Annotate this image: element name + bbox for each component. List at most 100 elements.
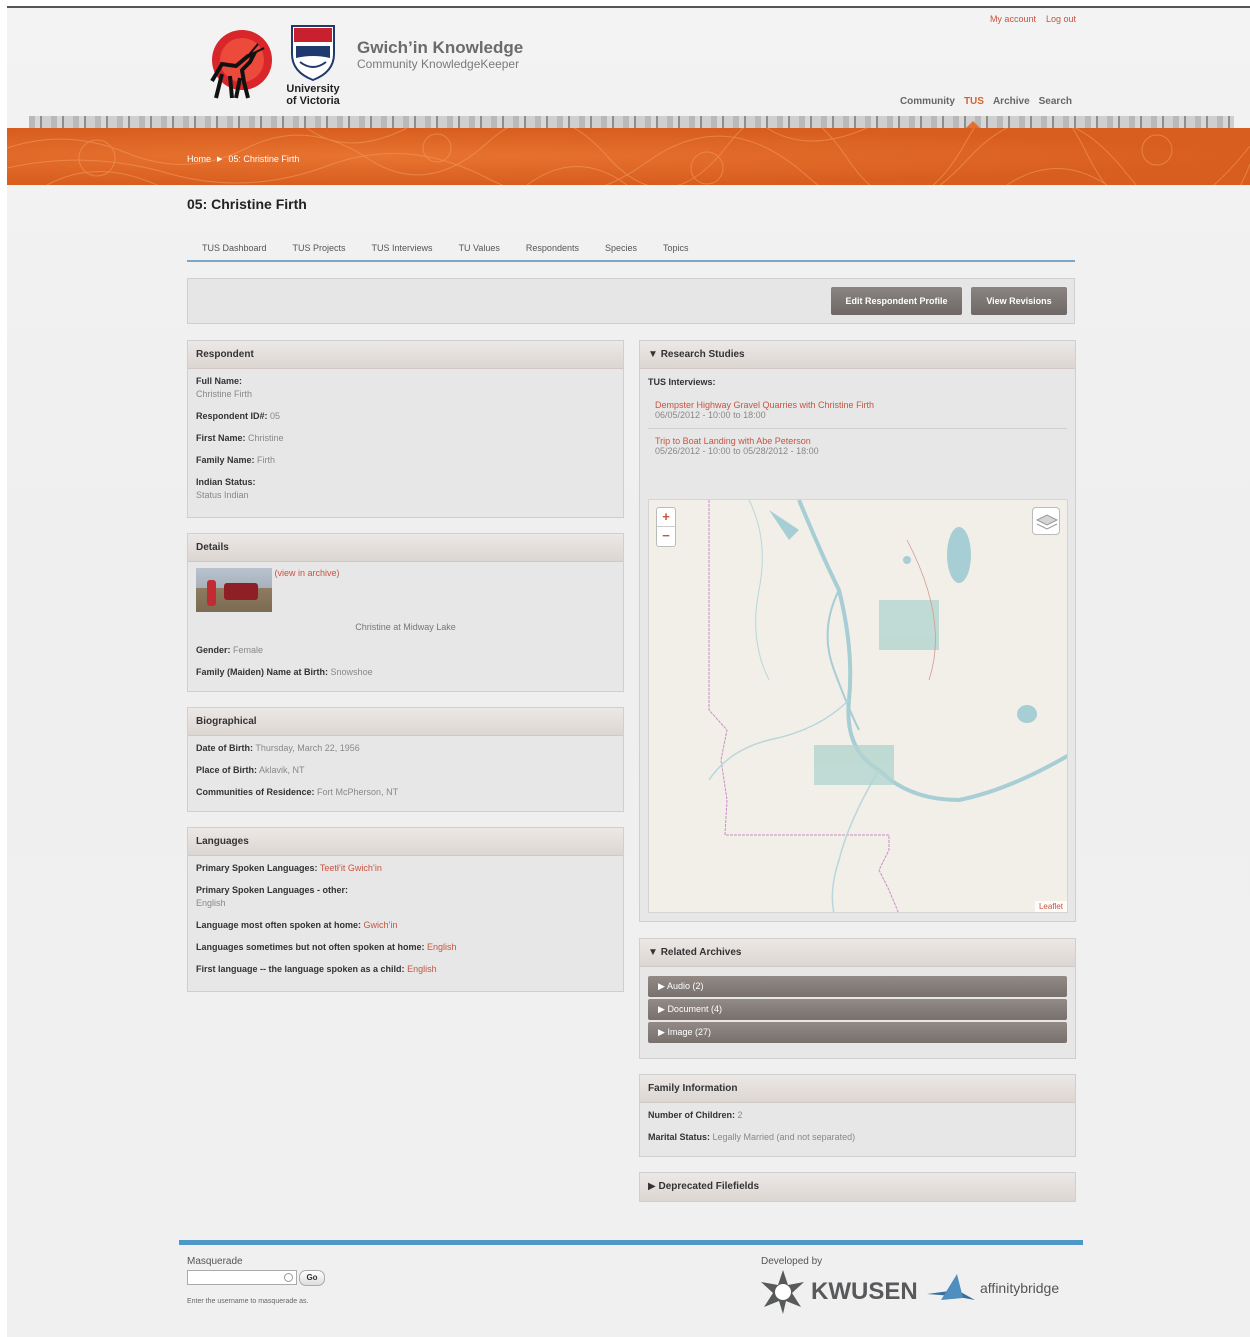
kwusen-wordmark: KWUSEN xyxy=(811,1278,918,1305)
field-home-language: Language most often spoken at home: Gwic… xyxy=(196,919,615,932)
edit-respondent-profile-button[interactable]: Edit Respondent Profile xyxy=(831,287,962,315)
field-communities: Communities of Residence: Fort McPherson… xyxy=(196,786,615,799)
nav-archive[interactable]: Archive xyxy=(993,96,1030,107)
map-zoom-control: + − xyxy=(656,507,676,547)
nav-tus[interactable]: TUS xyxy=(964,96,984,107)
label: First Name: xyxy=(196,433,246,443)
biographical-panel-title: Biographical xyxy=(188,708,623,736)
field-place-of-birth: Place of Birth: Aklavik, NT xyxy=(196,764,615,777)
sometimes-language-link[interactable]: English xyxy=(427,942,457,952)
field-sometimes-language: Languages sometimes but not often spoken… xyxy=(196,941,615,954)
expand-triangle-icon: ▶ xyxy=(648,1181,656,1192)
value: Snowshoe xyxy=(330,667,373,677)
page-frame: University of Victoria Gwich’in Knowledg… xyxy=(7,6,1250,1337)
value: Thursday, March 22, 1956 xyxy=(255,743,360,753)
site-subtitle: Community KnowledgeKeeper xyxy=(357,57,520,71)
view-revisions-button[interactable]: View Revisions xyxy=(971,287,1067,315)
field-family-name: Family Name: Firth xyxy=(196,454,615,467)
languages-panel: Languages Primary Spoken Languages: Teet… xyxy=(187,827,624,992)
tab-tus-dashboard[interactable]: TUS Dashboard xyxy=(187,242,278,260)
label: First language -- the language spoken as… xyxy=(196,964,405,974)
label: Date of Birth: xyxy=(196,743,253,753)
field-children: Number of Children: 2 xyxy=(648,1109,1067,1122)
value: 05 xyxy=(270,411,281,421)
breadcrumb: Home ▶ 05: Christine Firth xyxy=(187,154,299,164)
label: Family Name: xyxy=(196,455,255,465)
kwusen-logo[interactable]: KWUSEN xyxy=(761,1270,918,1314)
gwichin-institute-logo[interactable] xyxy=(192,26,277,106)
value: Legally Married (and not separated) xyxy=(712,1132,856,1142)
expand-triangle-icon: ▶ xyxy=(658,981,665,991)
first-language-link[interactable]: English xyxy=(407,964,437,974)
affinitybridge-logo[interactable]: affinitybridge xyxy=(927,1270,1059,1306)
label: Primary Spoken Languages: xyxy=(196,863,318,873)
zoom-in-button[interactable]: + xyxy=(657,508,675,527)
log-out-link[interactable]: Log out xyxy=(1046,14,1076,24)
languages-panel-title: Languages xyxy=(188,828,623,856)
interview-date: 06/05/2012 - 10:00 to 18:00 xyxy=(655,410,766,420)
tab-tus-projects[interactable]: TUS Projects xyxy=(278,242,357,260)
photo-row: (view in archive) xyxy=(196,568,615,612)
tab-topics[interactable]: Topics xyxy=(648,242,700,260)
home-language-link[interactable]: Gwich’in xyxy=(364,920,398,930)
breadcrumb-home[interactable]: Home xyxy=(187,154,211,164)
tab-species[interactable]: Species xyxy=(590,242,648,260)
site-title[interactable]: Gwich’in Knowledge xyxy=(357,38,523,58)
breadcrumb-separator-icon: ▶ xyxy=(217,156,223,163)
map-tiles xyxy=(708,500,1067,912)
tab-tus-interviews[interactable]: TUS Interviews xyxy=(357,242,444,260)
respondent-photo[interactable] xyxy=(196,568,272,612)
field-maiden-name: Family (Maiden) Name at Birth: Snowshoe xyxy=(196,666,615,679)
interview-map[interactable]: + − Leaflet xyxy=(648,499,1068,913)
photo-caption: Christine at Midway Lake xyxy=(355,622,456,632)
interview-link[interactable]: Dempster Highway Gravel Quarries with Ch… xyxy=(655,400,1060,410)
masquerade-input[interactable] xyxy=(187,1270,297,1285)
value: Female xyxy=(233,645,264,655)
interview-item: Trip to Boat Landing with Abe Peterson 0… xyxy=(648,429,1067,464)
deprecated-filefields-toggle[interactable]: ▶ Deprecated Filefields xyxy=(640,1173,1075,1201)
label: Number of Children: xyxy=(648,1110,735,1120)
tab-tu-values[interactable]: TU Values xyxy=(444,242,511,260)
value: Firth xyxy=(257,455,276,465)
deprecated-filefields-title: Deprecated Filefields xyxy=(658,1181,760,1192)
collapse-triangle-icon: ▼ xyxy=(648,349,658,360)
archive-audio-toggle[interactable]: ▶ Audio (2) xyxy=(648,976,1067,997)
go-button[interactable]: Go xyxy=(299,1270,325,1286)
details-panel-title: Details xyxy=(188,534,623,562)
primary-language-link[interactable]: Teetł’it Gwich’in xyxy=(320,863,382,873)
zoom-out-button[interactable]: − xyxy=(657,527,675,546)
breadcrumb-current: 05: Christine Firth xyxy=(228,154,300,164)
field-full-name: Full Name: Christine Firth xyxy=(196,375,615,401)
my-account-link[interactable]: My account xyxy=(990,14,1036,24)
label: Primary Spoken Languages - other: xyxy=(196,885,349,895)
label: Gender: xyxy=(196,645,231,655)
label: TUS Interviews: xyxy=(648,377,716,387)
nav-search[interactable]: Search xyxy=(1039,96,1072,107)
interview-link[interactable]: Trip to Boat Landing with Abe Peterson xyxy=(655,436,1060,446)
footer-divider xyxy=(179,1240,1083,1245)
biographical-panel: Biographical Date of Birth: Thursday, Ma… xyxy=(187,707,624,812)
developed-by-label: Developed by xyxy=(761,1256,823,1267)
archive-image-toggle[interactable]: ▶ Image (27) xyxy=(648,1022,1067,1043)
research-studies-toggle[interactable]: ▼ Research Studies xyxy=(640,341,1075,369)
leaflet-attribution-link[interactable]: Leaflet xyxy=(1034,901,1067,912)
archive-document-toggle[interactable]: ▶ Document (4) xyxy=(648,999,1067,1020)
related-archives-title: Related Archives xyxy=(660,947,742,958)
kwusen-star-icon xyxy=(761,1270,804,1314)
tab-respondents[interactable]: Respondents xyxy=(511,242,590,260)
view-in-archive-link[interactable]: (view in archive) xyxy=(275,568,340,578)
field-indian-status: Indian Status: Status Indian xyxy=(196,476,615,502)
related-archives-toggle[interactable]: ▼ Related Archives xyxy=(640,939,1075,967)
related-archives-panel: ▼ Related Archives ▶ Audio (2) ▶ Documen… xyxy=(639,938,1076,1059)
main-nav: Community TUS Archive Search xyxy=(900,96,1072,107)
value: Aklavik, NT xyxy=(259,765,305,775)
university-of-victoria-logo[interactable]: University of Victoria xyxy=(282,24,344,107)
field-first-name: First Name: Christine xyxy=(196,432,615,445)
field-respondent-id: Respondent ID#: 05 xyxy=(196,410,615,423)
field-primary-language: Primary Spoken Languages: Teetł’it Gwich… xyxy=(196,862,615,875)
nav-community[interactable]: Community xyxy=(900,96,955,107)
value: Fort McPherson, NT xyxy=(317,787,399,797)
layers-icon[interactable] xyxy=(1032,507,1060,535)
value: Status Indian xyxy=(196,490,249,500)
page-title: 05: Christine Firth xyxy=(187,196,307,212)
